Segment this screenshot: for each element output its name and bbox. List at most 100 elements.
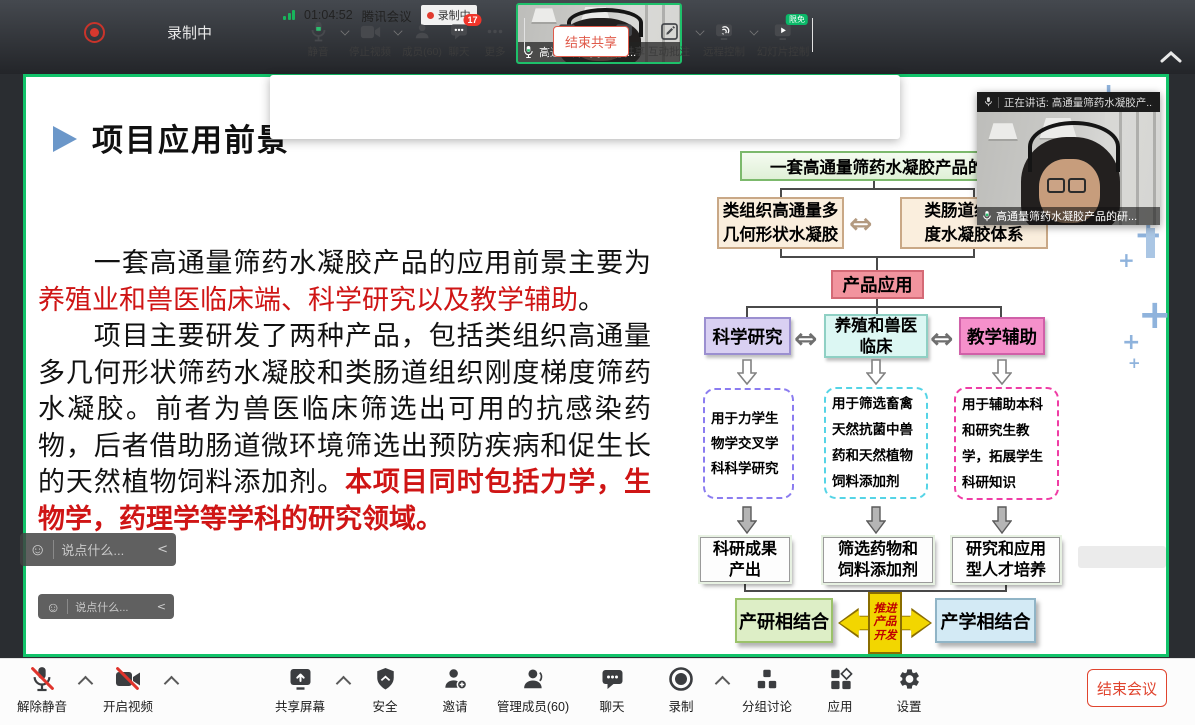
share-screen-icon [287,666,312,692]
down-arrow-icon [866,506,886,539]
chat-button[interactable]: 17 聊天 [449,21,470,59]
speaker-name-label: 高通量筛药水凝胶产品的研... [977,207,1160,225]
flow-box-farming-veterinary: 养殖和兽医临床 [824,314,928,358]
flow-dashed-use-science: 用于力学生物学交叉学科科学研究 [703,388,794,499]
flow-box-teaching-aid: 教学辅助 [959,317,1045,355]
mic-icon [984,96,993,108]
mic-muted-icon [31,666,53,692]
speaking-status-bar: 正在讲话: 高通量筛药水凝胶产... [977,92,1160,112]
breakout-rooms-button[interactable]: 分组讨论 [742,666,792,715]
shield-icon [374,666,396,692]
more-button[interactable]: 更多 [485,21,506,59]
push-product-arrow: 推进产品开发 [838,592,932,654]
flow-box-tissue-hydrogel: 类组织高通量多几何形状水凝胶 [717,197,844,249]
double-arrow-icon: ⇔ [794,322,817,355]
flow-box-industry-study: 产学相结合 [935,598,1036,643]
share-toolbar [270,75,900,139]
person-icon [413,21,431,42]
camera-off-icon [115,666,141,692]
slide-control-icon: 限免 [773,21,793,42]
signal-icon [283,10,295,20]
members-icon [521,666,545,692]
collapse-chat-arrow[interactable]: < [157,600,166,613]
limited-free-badge: 限免 [786,14,808,25]
start-video-button[interactable]: 开启视频 [103,666,153,715]
mic-icon [982,210,992,223]
record-button[interactable]: 录制 [668,666,694,715]
toolbar-divider [812,18,813,52]
record-circle-icon [668,666,694,692]
members-button[interactable]: 成员(60) [402,21,442,59]
connector-line [746,306,1002,308]
chat-placeholder[interactable]: 说点什么... [75,599,128,615]
decor-plus-icon: + [1128,356,1141,371]
record-dot-icon [427,12,434,19]
collapse-chat-arrow[interactable]: < [157,542,168,557]
connector-line [1000,306,1002,317]
flow-box-product-application: 产品应用 [831,270,924,299]
down-arrow-icon [866,359,886,390]
chat-icon [600,666,624,692]
invite-person-icon [443,666,467,692]
paragraph-1: 一套高通量筛药水凝胶产品的应用前景主要为养殖业和兽医临床端、科学研究以及教学辅助… [38,245,651,318]
decor-plus-icon: + [1118,250,1135,270]
down-arrow-icon [992,359,1012,390]
end-share-button[interactable]: 结束共享 [553,26,629,57]
remote-control-icon [714,21,734,42]
annotate-button[interactable]: 互动批注 [648,21,690,59]
connector-line [876,306,878,314]
settings-button[interactable]: 设置 [896,666,921,715]
title-bullet-triangle-icon [53,126,77,152]
slide-title: 项目应用前景 [92,115,290,160]
recording-label: 录制中 [167,22,212,43]
invite-button[interactable]: 邀请 [442,666,467,715]
bottom-control-bar [0,658,1195,725]
flow-box-research-output: 科研成果产出 [700,537,790,582]
connector-line [780,188,782,197]
toolbar-divider [524,18,525,52]
flow-box-scientific-research: 科学研究 [704,317,791,355]
chat-quick-input-small[interactable]: ☺ 说点什么... < [38,594,174,619]
recording-indicator: 录制中 [84,22,212,43]
apps-grid-icon [828,666,852,692]
mute-button[interactable]: 静音 [308,21,329,59]
decor-rect [1146,228,1155,258]
chat-placeholder[interactable]: 说点什么... [61,540,124,559]
end-meeting-button[interactable]: 结束会议 [1087,669,1167,707]
speaking-status-text: 正在讲话: 高通量筛药水凝胶产... [1004,95,1153,110]
apps-button[interactable]: 应用 [827,666,852,715]
decor-plus-icon: + [1138,295,1172,335]
camera-icon [360,21,381,42]
gear-icon [897,666,921,692]
record-dot-icon [84,22,105,43]
unmute-button[interactable]: 解除静音 [17,666,67,715]
flow-dashed-use-farming: 用于筛选畜禽天然抗菌中兽药和天然植物饲料添加剂 [824,387,928,499]
emoji-icon[interactable]: ☺ [29,540,46,560]
manage-members-button[interactable]: 管理成员(60) [497,666,569,715]
connector-line [973,188,975,197]
double-arrow-icon: ⇔ [930,322,953,355]
collapse-bar-chevron-icon[interactable] [1160,50,1182,64]
security-button[interactable]: 安全 [372,666,397,715]
down-arrow-icon [737,506,757,539]
chat-button-bottom[interactable]: 聊天 [599,666,624,715]
annotate-pen-icon [660,21,679,42]
paragraph-2: 项目主要研发了两种产品，包括类组织高通量多几何形状筛药水凝胶和类肠道组织刚度梯度… [38,318,651,537]
share-screen-button[interactable]: 共享屏幕 [275,666,325,715]
remote-control-button[interactable]: 远程控制 [703,21,745,59]
emoji-icon[interactable]: ☺ [46,599,60,615]
push-arrow-label: 推进产品开发 [873,603,897,644]
flow-box-screened-drugs: 筛选药物和饲料添加剂 [823,537,933,583]
down-arrow-icon [737,359,757,390]
flow-dashed-use-teaching: 用于辅助本科和研究生教学，拓展学生科研知识 [954,387,1059,500]
connector-line [780,188,975,190]
slide-control-button[interactable]: 限免 幻灯片控制 [757,21,810,59]
speaker-video-panel[interactable]: 正在讲话: 高通量筛药水凝胶产... 高通量筛药水凝胶产品的研... [977,92,1160,225]
flow-box-talent-training: 研究和应用型人才培养 [952,537,1060,583]
stop-video-button[interactable]: 停止视频 [349,21,391,59]
meeting-timer: 01:04:52 [304,8,353,22]
connector-line [746,306,748,317]
chat-quick-input[interactable]: ☺ 说点什么... < [20,533,176,566]
chat-icon: 17 [450,21,469,42]
meeting-window: + + + + + + 项目应用前景 一套高通量筛药水凝胶产品的应用前景主要为养… [0,0,1195,725]
